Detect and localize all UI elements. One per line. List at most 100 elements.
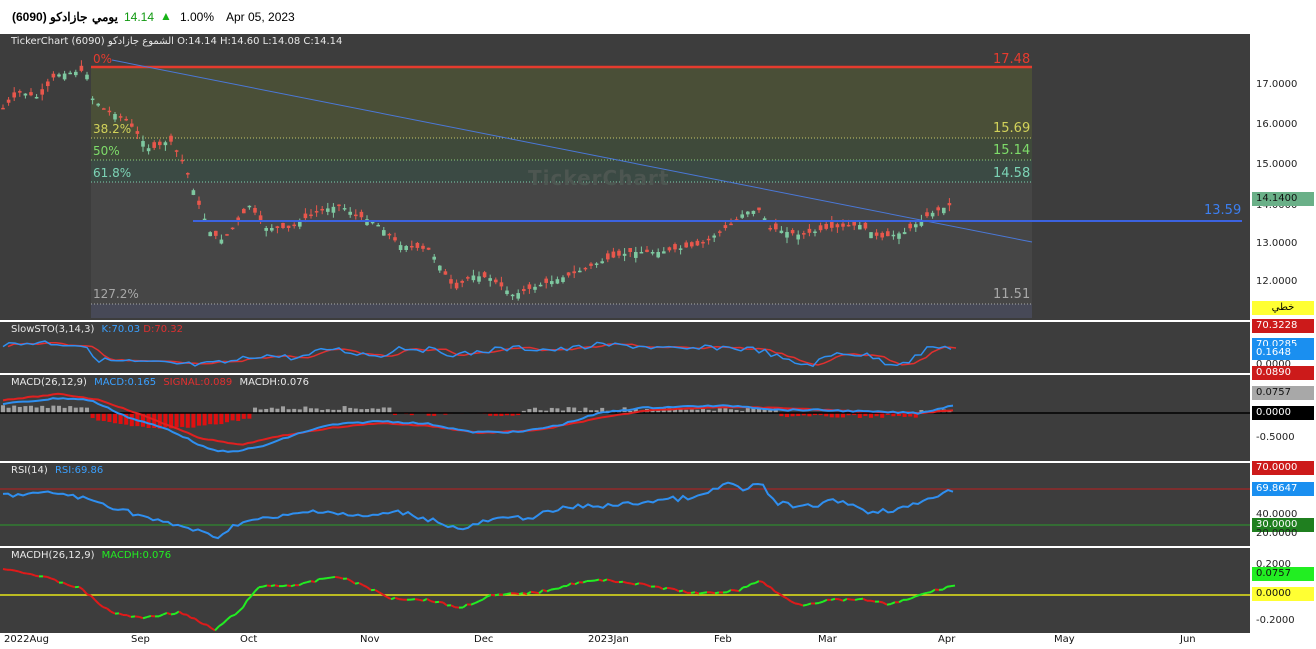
macdh-segment: [646, 584, 652, 588]
candle-body: [141, 141, 145, 147]
macdh-segment: [314, 578, 320, 583]
macdh-segment: [538, 589, 544, 594]
macdh-segment: [570, 582, 576, 586]
candle-body: [533, 286, 537, 290]
macdh-segment: [66, 583, 72, 587]
candle-body: [230, 227, 235, 230]
macdh-segment: [226, 615, 232, 621]
candle-body: [555, 279, 560, 284]
macdh-name: MACDH(26,12,9): [11, 550, 95, 561]
macdh-segment: [166, 611, 172, 616]
x-label: 2023Jan: [588, 634, 629, 645]
fib-value-50: 15.14: [993, 143, 1031, 158]
macd-hist-bar: [17, 406, 22, 413]
candle-body: [723, 225, 728, 229]
macdh-segment: [354, 581, 360, 585]
macdh-segment: [674, 588, 680, 593]
macd-hist-bar: [230, 413, 235, 421]
macdh-line: [2, 568, 956, 632]
macd-hist-bar: [549, 407, 554, 413]
time-axis[interactable]: [0, 633, 1316, 649]
macdh-segment: [582, 580, 588, 584]
candle-body: [432, 256, 436, 260]
macdh-segment: [662, 586, 668, 591]
x-label: Oct: [240, 634, 258, 645]
candle-body: [354, 214, 358, 217]
macd-hist-bar: [191, 413, 196, 428]
candle-body: [12, 92, 16, 98]
macdh-segment: [126, 614, 132, 618]
candle-body: [219, 239, 224, 244]
candle-body: [146, 148, 151, 152]
macdh-segment: [394, 596, 400, 601]
candle-body: [191, 190, 196, 195]
macdh-segment: [258, 585, 264, 589]
macdh-segment: [626, 581, 632, 585]
macd-hist-bar: [387, 407, 392, 413]
candle-body: [701, 241, 705, 244]
candle-body: [186, 173, 190, 175]
macd-name: MACD(26,12,9): [11, 377, 87, 388]
macdh-segment: [702, 591, 708, 594]
macdh-segment: [82, 588, 88, 595]
macd-hist-bar: [342, 406, 347, 413]
candle-body: [645, 249, 649, 252]
macdh-segment: [474, 600, 480, 604]
macdh-segment: [566, 582, 572, 587]
candle-body: [404, 246, 408, 250]
line-type-tag[interactable]: خطي: [1252, 301, 1314, 315]
candle-body: [830, 221, 834, 228]
macd-hist-bar: [6, 407, 11, 413]
candle-body: [466, 277, 470, 279]
macdh-segment: [46, 575, 52, 580]
candle-body: [74, 71, 78, 76]
candle-body: [197, 200, 201, 205]
macd-hist-bar: [146, 413, 151, 428]
macdh-segment: [14, 569, 20, 573]
candle-body: [415, 242, 420, 248]
rsi-line: [2, 481, 954, 540]
candle-body: [23, 93, 28, 96]
macd-hist-bar: [348, 407, 353, 413]
macdh-segment: [790, 600, 796, 605]
candle-body: [818, 225, 823, 231]
candle-body: [107, 110, 112, 113]
candle-body: [684, 242, 688, 248]
macdh-segment: [642, 582, 648, 587]
macd-hist-bar: [566, 407, 571, 413]
macdh-segment: [786, 597, 792, 603]
macdh-segment: [886, 602, 892, 606]
candle-body: [544, 278, 548, 283]
macdh-segment: [322, 577, 328, 580]
candle-body: [488, 278, 492, 281]
macdh-segment: [842, 597, 848, 602]
chart-canvas[interactable]: [0, 0, 1250, 649]
macd-title: MACD(26,12,9) MACD:0.165 SIGNAL:0.089 MA…: [11, 377, 313, 388]
macdh-segment: [922, 591, 928, 595]
macd-hist-bar: [45, 407, 50, 413]
candle-body: [824, 223, 828, 229]
macd-hist-bar: [57, 405, 61, 413]
macdh-title: MACDH(26,12,9) MACDH:0.076: [11, 550, 175, 561]
candle-body: [807, 228, 812, 233]
macdh-segment: [106, 607, 112, 613]
macdh-segment: [530, 590, 536, 594]
stoch-k-value: K:70.03: [101, 324, 141, 335]
x-label: Jun: [1180, 634, 1196, 645]
macdh-segment: [470, 602, 476, 606]
candle-body: [163, 142, 168, 146]
macd-hist-bar: [583, 407, 588, 413]
macdh-segment: [550, 587, 556, 591]
macd-hist-bar: [180, 413, 185, 427]
macdh-segment: [946, 585, 952, 588]
macdh-segment: [778, 592, 784, 598]
candle-body: [874, 232, 879, 236]
candle-body: [57, 74, 61, 77]
macdh-segment: [782, 595, 788, 600]
candle-body: [583, 267, 588, 270]
macd-hist-bar: [197, 413, 201, 426]
macdh-segment: [762, 581, 768, 587]
macdh-segment: [890, 601, 896, 605]
macd-hist-bar: [269, 407, 274, 413]
macdh-segment: [878, 600, 884, 604]
